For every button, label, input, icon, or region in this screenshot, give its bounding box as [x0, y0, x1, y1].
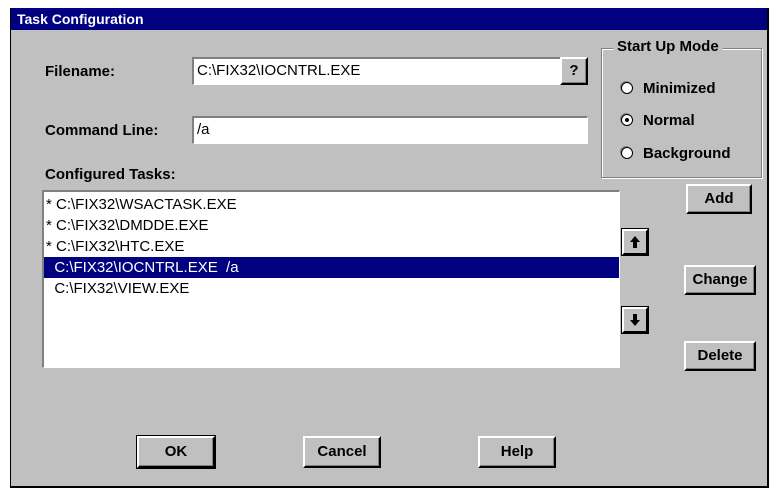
add-button[interactable]: Add — [686, 184, 752, 214]
delete-button[interactable]: Delete — [684, 341, 756, 371]
list-item[interactable]: C:\FIX32\VIEW.EXE — [44, 278, 619, 299]
cancel-button[interactable]: Cancel — [303, 436, 381, 468]
browse-button[interactable]: ? — [560, 57, 588, 85]
radio-circle[interactable] — [621, 82, 633, 94]
arrow-up-icon — [630, 236, 640, 248]
list-item-selected[interactable]: C:\FIX32\IOCNTRL.EXE /a — [44, 257, 619, 278]
filename-field[interactable]: C:\FIX32\IOCNTRL.EXE — [192, 57, 566, 85]
radio-minimized[interactable]: Minimized — [621, 78, 716, 98]
help-button[interactable]: Help — [478, 436, 556, 468]
ok-button[interactable]: OK — [136, 435, 216, 469]
change-button[interactable]: Change — [684, 265, 756, 295]
radio-label-background: Background — [643, 144, 731, 162]
radio-label-minimized: Minimized — [643, 79, 716, 97]
command-line-label: Command Line: — [45, 122, 159, 139]
radio-circle[interactable] — [621, 147, 633, 159]
radio-normal[interactable]: Normal — [621, 110, 695, 130]
configured-tasks-label: Configured Tasks: — [45, 166, 176, 183]
list-item[interactable]: * C:\FIX32\HTC.EXE — [44, 236, 619, 257]
filename-label: Filename: — [45, 63, 116, 80]
radio-dot-icon — [625, 118, 629, 122]
move-up-button[interactable] — [621, 228, 649, 256]
radio-background[interactable]: Background — [621, 143, 731, 163]
arrow-down-icon — [630, 314, 640, 326]
radio-circle-checked[interactable] — [621, 114, 633, 126]
list-item[interactable]: * C:\FIX32\WSACTASK.EXE — [44, 194, 619, 215]
window-title: Task Configuration — [11, 8, 767, 30]
configured-tasks-list[interactable]: * C:\FIX32\WSACTASK.EXE * C:\FIX32\DMDDE… — [42, 190, 620, 368]
list-item[interactable]: * C:\FIX32\DMDDE.EXE — [44, 215, 619, 236]
startup-mode-title: Start Up Mode — [613, 38, 723, 55]
move-down-button[interactable] — [621, 306, 649, 334]
radio-label-normal: Normal — [643, 111, 695, 129]
command-line-field[interactable]: /a — [192, 116, 588, 144]
task-configuration-dialog: Task Configuration Filename: C:\FIX32\IO… — [10, 8, 769, 488]
